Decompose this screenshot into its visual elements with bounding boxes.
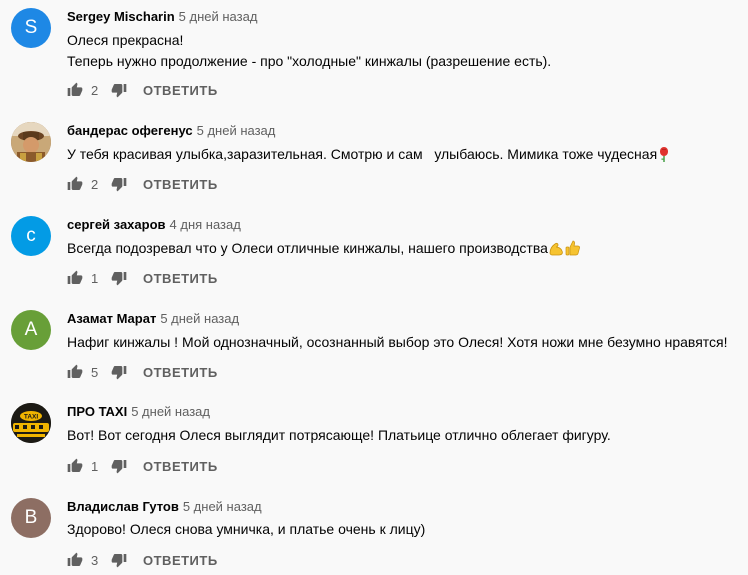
comment-header: бандерас офегенус 5 дней назад (67, 122, 275, 140)
comment-text-line: Теперь нужно продолжение - про "холодные… (67, 53, 552, 69)
comment-text-line: Нафиг кинжалы ! Мой однозначный, осознан… (67, 334, 728, 350)
like-count: 2 (91, 176, 99, 192)
reply-button[interactable]: ОТВЕТИТЬ (143, 271, 218, 286)
like-count: 2 (91, 82, 99, 98)
thumb-up-icon[interactable] (67, 458, 83, 474)
thumb-down-icon[interactable] (111, 364, 127, 380)
timestamp[interactable]: 5 дней назад (183, 499, 262, 514)
reply-button[interactable]: ОТВЕТИТЬ (143, 459, 218, 474)
timestamp[interactable]: 5 дней назад (179, 9, 258, 24)
comment-text-line: Всегда подозревал что у Олеси отличные к… (67, 238, 581, 261)
author-name[interactable]: бандерас офегенус (67, 123, 193, 138)
avatar[interactable]: TAXI (11, 403, 51, 443)
comment-actions: 2 ОТВЕТИТЬ (67, 80, 218, 100)
comment-text-line: Вот! Вот сегодня Олеся выглядит потрясаю… (67, 427, 611, 443)
timestamp[interactable]: 5 дней назад (131, 404, 210, 419)
thumb-up-icon[interactable] (67, 176, 83, 192)
author-name[interactable]: ПРО TAXI (67, 404, 127, 419)
reply-button[interactable]: ОТВЕТИТЬ (143, 83, 218, 98)
avatar[interactable]: B (11, 498, 51, 538)
reply-button[interactable]: ОТВЕТИТЬ (143, 177, 218, 192)
like-count: 5 (91, 364, 99, 380)
comment-text-line: Олеся прекрасна! (67, 32, 184, 48)
thumb-down-icon[interactable] (111, 176, 127, 192)
thumb-down-icon[interactable] (111, 552, 127, 568)
avatar[interactable]: S (11, 8, 51, 48)
taxi-logo-icon: TAXI (11, 403, 51, 443)
like-count: 1 (91, 458, 99, 474)
author-name[interactable]: Владислав Гутов (67, 499, 179, 514)
comment-text: Всегда подозревал что у Олеси отличные к… (67, 240, 548, 256)
comment-text-line: Здорово! Олеся снова умничка, и платье о… (67, 521, 426, 537)
thumb-down-icon[interactable] (111, 458, 127, 474)
comment-text-line: У тебя красивая улыбка,заразительная. См… (67, 144, 671, 167)
avatar[interactable] (11, 122, 51, 162)
author-name[interactable]: сергей захаров (67, 217, 166, 232)
like-count: 1 (91, 270, 99, 286)
like-count: 3 (91, 552, 99, 568)
timestamp[interactable]: 5 дней назад (160, 311, 239, 326)
thumb-up-icon[interactable] (67, 270, 83, 286)
comment-header: Sergey Mischarin 5 дней назад (67, 8, 257, 26)
thumb-down-icon[interactable] (111, 270, 127, 286)
thumb-up-icon[interactable] (67, 552, 83, 568)
timestamp[interactable]: 4 дня назад (170, 217, 241, 232)
timestamp[interactable]: 5 дней назад (197, 123, 276, 138)
comment-header: Владислав Гутов 5 дней назад (67, 498, 262, 516)
comment-header: сергей захаров 4 дня назад (67, 216, 241, 234)
comment-actions: 1 ОТВЕТИТЬ (67, 456, 218, 476)
avatar[interactable]: A (11, 310, 51, 350)
rose-emoji-icon (657, 146, 671, 167)
reply-button[interactable]: ОТВЕТИТЬ (143, 365, 218, 380)
author-name[interactable]: Sergey Mischarin (67, 9, 175, 24)
comment-actions: 5 ОТВЕТИТЬ (67, 362, 218, 382)
comment-header: Азамат Марат 5 дней назад (67, 310, 239, 328)
author-name[interactable]: Азамат Марат (67, 311, 156, 326)
comment-actions: 1 ОТВЕТИТЬ (67, 268, 218, 288)
thumb-up-icon[interactable] (67, 364, 83, 380)
thumb-down-icon[interactable] (111, 82, 127, 98)
thumb-up-icon[interactable] (67, 82, 83, 98)
flexed-biceps-emoji-icon (548, 240, 565, 261)
comment-text: У тебя красивая улыбка,заразительная. См… (67, 146, 658, 162)
photo-avatar-icon (11, 122, 51, 162)
thumbs-up-emoji-icon (565, 240, 581, 261)
comment-actions: 2 ОТВЕТИТЬ (67, 174, 218, 194)
svg-text:TAXI: TAXI (24, 414, 39, 421)
comment-actions: 3 ОТВЕТИТЬ (67, 550, 218, 570)
avatar[interactable]: с (11, 216, 51, 256)
comment-header: ПРО TAXI 5 дней назад (67, 403, 210, 421)
reply-button[interactable]: ОТВЕТИТЬ (143, 553, 218, 568)
